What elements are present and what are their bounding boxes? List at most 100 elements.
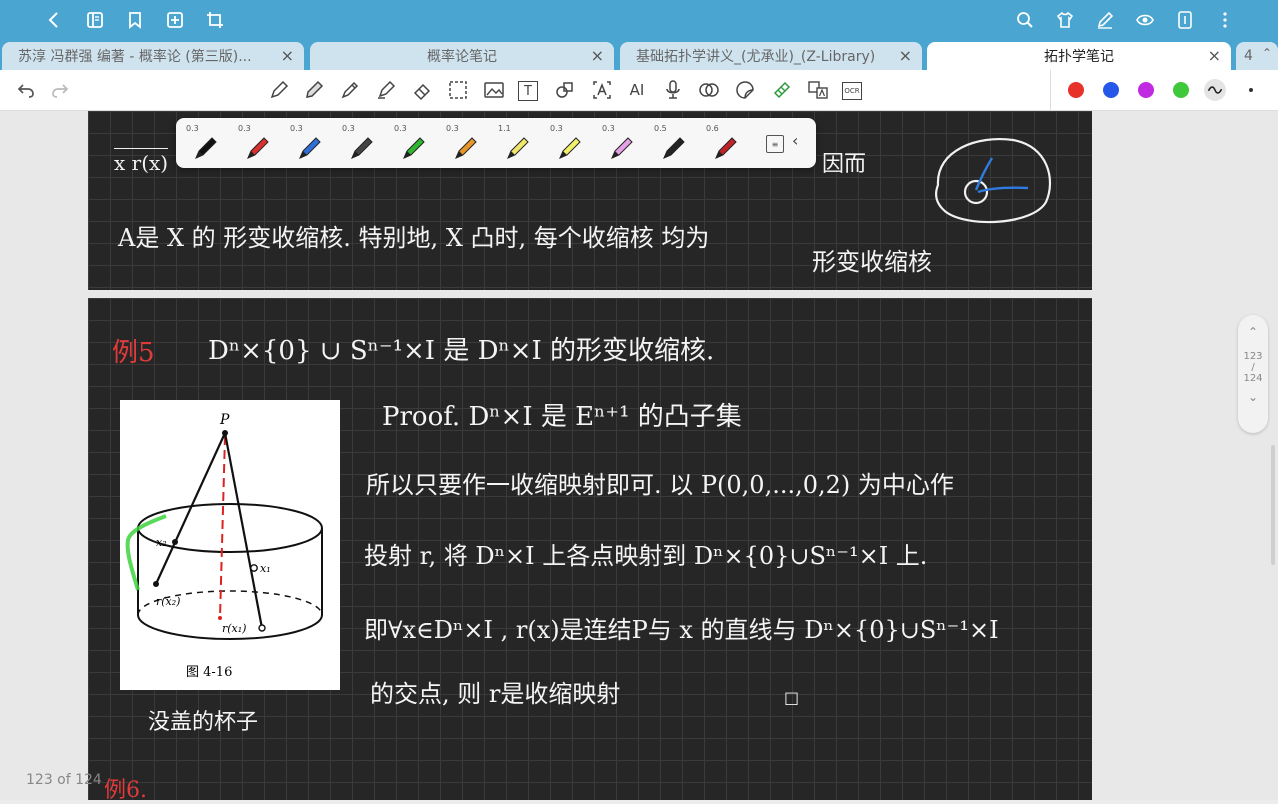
undo-icon[interactable] bbox=[14, 78, 38, 102]
color-swatch-green[interactable] bbox=[1173, 82, 1189, 98]
pen-preset[interactable]: 0.6 bbox=[700, 122, 750, 164]
back-icon[interactable] bbox=[42, 8, 66, 32]
handwritten-text: 形变收缩核 bbox=[812, 248, 932, 276]
text-recognition-icon[interactable] bbox=[590, 78, 614, 102]
handwritten-text: 所以只要作一收缩映射即可. 以 P(0,0,...,0,2) 为中心作 bbox=[366, 471, 954, 499]
pen-preset[interactable]: 0.3 bbox=[232, 122, 282, 164]
more-colors-icon[interactable] bbox=[1249, 88, 1253, 92]
pen-icon bbox=[299, 137, 321, 159]
pasted-figure[interactable]: P x₂ x₁ r(x₂) r(x₁) 图 4-16 bbox=[120, 400, 340, 690]
close-icon[interactable]: × bbox=[591, 46, 604, 65]
tab-probability-book[interactable]: 苏淳 冯群强 编著 - 概率论 (第三版)... × bbox=[2, 42, 304, 70]
audio-link-icon[interactable] bbox=[697, 78, 721, 102]
fountain-pen-icon[interactable] bbox=[267, 78, 291, 102]
ballpen-icon[interactable] bbox=[338, 78, 362, 102]
pen-icon bbox=[351, 137, 373, 159]
qed-mark: □ bbox=[784, 688, 800, 707]
chevron-up-icon[interactable]: ⌃ bbox=[1238, 325, 1268, 339]
tab-overflow[interactable]: 4 ⌃ bbox=[1236, 42, 1278, 70]
total-page-number: 124 bbox=[1243, 373, 1263, 384]
translate-icon[interactable] bbox=[806, 78, 830, 102]
close-icon[interactable]: × bbox=[1208, 46, 1221, 65]
pen-icon bbox=[611, 137, 633, 159]
close-icon[interactable]: × bbox=[281, 46, 294, 65]
tab-bar: 苏淳 冯群强 编著 - 概率论 (第三版)... × 概率论笔记 × 基础拓扑学… bbox=[0, 40, 1278, 70]
lasso-select-icon[interactable] bbox=[446, 78, 470, 102]
ai-tool-icon[interactable]: AI bbox=[625, 78, 649, 102]
bookmark-icon[interactable] bbox=[123, 8, 147, 32]
shirt-icon[interactable] bbox=[1053, 8, 1077, 32]
current-page-number: 123 bbox=[1243, 351, 1263, 362]
pen-settings-icon[interactable]: ≡ bbox=[766, 135, 784, 153]
tab-title: 4 bbox=[1244, 48, 1253, 64]
figure-caption: 图 4-16 bbox=[186, 665, 232, 680]
close-icon[interactable]: × bbox=[899, 46, 912, 65]
chevron-up-icon: ⌃ bbox=[1261, 46, 1272, 60]
add-page-icon[interactable] bbox=[163, 8, 187, 32]
label-rx1: r(x₁) bbox=[222, 622, 246, 635]
search-icon[interactable] bbox=[1013, 8, 1037, 32]
top-app-bar bbox=[0, 0, 1278, 40]
handwritten-text: Proof. Dⁿ×I 是 Eⁿ⁺¹ 的凸子集 bbox=[382, 402, 742, 432]
tab-topology-notes[interactable]: 拓扑学笔记 × bbox=[927, 42, 1231, 70]
pen-preset[interactable]: 0.3 bbox=[284, 122, 334, 164]
handwritten-text: 投射 r, 将 Dⁿ×I 上各点映射到 Dⁿ×{0}∪Sⁿ⁻¹×I 上. bbox=[364, 542, 928, 570]
pen-icon bbox=[715, 137, 737, 159]
pen-preset[interactable]: 0.5 bbox=[648, 122, 698, 164]
chevron-down-icon[interactable]: ⌄ bbox=[1238, 390, 1268, 404]
label-x2: x₂ bbox=[156, 536, 167, 549]
pen-preset[interactable]: 0.3 bbox=[544, 122, 594, 164]
pen-palette: 0.3 0.3 0.3 0.3 0.3 0.3 1.1 0.3 0.3 0.5 0.6 ≡ ‹ bbox=[176, 118, 816, 168]
tab-topology-book[interactable]: 基础拓扑学讲义_(尤承业)_(Z-Library) × bbox=[620, 42, 922, 70]
scrollbar[interactable] bbox=[1271, 445, 1275, 565]
microphone-icon[interactable] bbox=[661, 78, 685, 102]
tape-icon[interactable] bbox=[770, 78, 794, 102]
tablet-icon[interactable] bbox=[1173, 8, 1197, 32]
pen-preset[interactable]: 0.3 bbox=[596, 122, 646, 164]
handwritten-text: 没盖的杯子 bbox=[148, 710, 259, 735]
stroke-style-icon[interactable] bbox=[1204, 79, 1226, 101]
tab-probability-notes[interactable]: 概率论笔记 × bbox=[310, 42, 614, 70]
handwritten-text: Dⁿ×{0} ∪ Sⁿ⁻¹×I 是 Dⁿ×I 的形变收缩核. bbox=[208, 336, 715, 366]
color-swatch-purple[interactable] bbox=[1138, 82, 1154, 98]
more-icon[interactable] bbox=[1213, 8, 1237, 32]
label-x1: x₁ bbox=[260, 562, 271, 575]
example-label: 例5 bbox=[112, 338, 155, 368]
handwritten-text: A是 X 的 形变收缩核. 特别地, X 凸时, 每个收缩核 均为 bbox=[118, 224, 710, 252]
toolbar-divider bbox=[1050, 70, 1051, 110]
pen-icon bbox=[507, 137, 529, 159]
handwritten-text: 因而 bbox=[822, 152, 867, 177]
eraser-icon[interactable] bbox=[410, 78, 434, 102]
pen-preset[interactable]: 0.3 bbox=[388, 122, 438, 164]
color-swatch-red[interactable] bbox=[1068, 82, 1084, 98]
label-p: P bbox=[219, 412, 230, 428]
pen-icon bbox=[247, 137, 269, 159]
tab-title: 拓扑学笔记 bbox=[1044, 49, 1114, 65]
redo-icon[interactable] bbox=[48, 78, 72, 102]
library-icon[interactable] bbox=[83, 8, 107, 32]
eye-icon[interactable] bbox=[1133, 8, 1157, 32]
tab-title: 概率论笔记 bbox=[427, 49, 497, 65]
tab-title: 苏淳 冯群强 编著 - 概率论 (第三版)... bbox=[18, 49, 252, 65]
shape-icon[interactable] bbox=[553, 78, 577, 102]
pen-preset[interactable]: 1.1 bbox=[492, 122, 542, 164]
crop-icon[interactable] bbox=[203, 8, 227, 32]
pen-preset[interactable]: 0.3 bbox=[336, 122, 386, 164]
pen-preset[interactable]: 0.3 bbox=[180, 122, 230, 164]
pencil-icon[interactable] bbox=[302, 78, 326, 102]
pen-preset[interactable]: 0.3 bbox=[440, 122, 490, 164]
drawing-toolbar: T AI OCR bbox=[0, 70, 1278, 111]
collapse-palette-icon[interactable]: ‹ bbox=[792, 131, 798, 150]
handwritten-text: 即∀x∈Dⁿ×I , r(x)是连结P与 x 的直线与 Dⁿ×{0}∪Sⁿ⁻¹×… bbox=[364, 616, 999, 644]
color-swatch-blue[interactable] bbox=[1103, 82, 1119, 98]
hand-drawn-disk bbox=[935, 138, 1051, 224]
ocr-icon[interactable]: OCR bbox=[842, 82, 862, 100]
page-scroller[interactable]: ⌃ 123 / 124 ⌄ bbox=[1238, 315, 1268, 433]
image-icon[interactable] bbox=[482, 78, 506, 102]
sticker-icon[interactable] bbox=[733, 78, 757, 102]
highlighter-icon[interactable] bbox=[374, 78, 398, 102]
pen-icon[interactable] bbox=[1093, 8, 1117, 32]
text-tool-icon[interactable]: T bbox=[518, 81, 538, 101]
page-separator: / bbox=[1251, 362, 1255, 373]
cylinder-projection-diagram: P x₂ x₁ r(x₂) r(x₁) 图 4-16 bbox=[125, 412, 323, 680]
